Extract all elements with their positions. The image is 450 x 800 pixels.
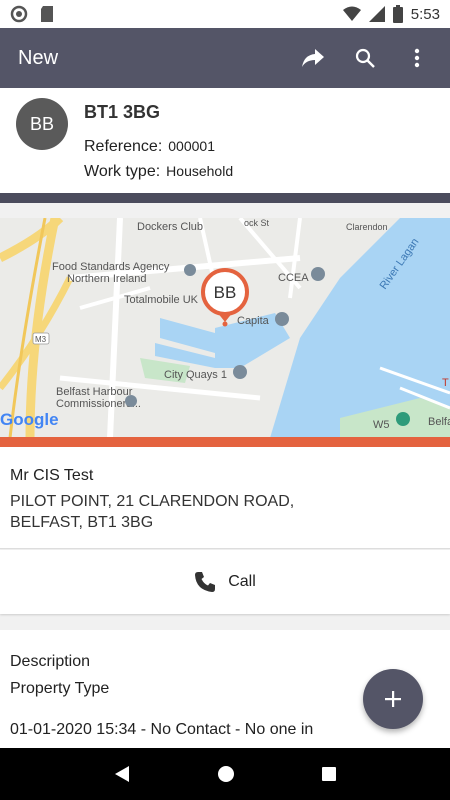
plus-icon [385, 691, 401, 707]
map-canvas: Dockers Club Food Standards Agency North… [0, 218, 450, 438]
page-title: New [18, 46, 59, 69]
description-label: Description [10, 653, 91, 670]
reference-label: Reference: [84, 138, 163, 155]
share-icon [302, 49, 324, 67]
map-label-ccea: CCEA [278, 272, 309, 284]
poi-pin-icon [233, 365, 247, 379]
job-postcode: BT1 3BG [84, 102, 161, 122]
property-type-label: Property Type [10, 680, 110, 697]
work-type-row: Work type: Household [84, 163, 233, 181]
poi-pin-icon [184, 264, 196, 276]
app-bar: New [0, 28, 450, 88]
reference-value: 000001 [168, 138, 215, 154]
map-label-belfa: Belfa [428, 416, 450, 428]
address-line-2: BELFAST, BT1 3BG [10, 514, 154, 531]
share-button[interactable] [298, 43, 328, 73]
poi-pin-icon [311, 267, 325, 281]
map-label-totalmobile: Totalmobile UK [124, 294, 199, 306]
map-label-clarendon: Clarendon [346, 222, 388, 232]
job-marker-label: BB [214, 283, 237, 302]
system-nav-bar [0, 748, 450, 800]
reference-row: Reference: 000001 [84, 138, 215, 156]
contact-name: Mr CIS Test [10, 467, 94, 484]
map-label-food-standards-2: Northern Ireland [67, 273, 147, 285]
recents-icon[interactable] [321, 766, 337, 782]
poi-pin-icon [125, 395, 137, 407]
map-label-belfast-harbour-1: Belfast Harbour [56, 386, 133, 398]
search-button[interactable] [350, 43, 380, 73]
header-divider [0, 193, 450, 203]
work-type-value: Household [166, 163, 234, 179]
map-accent-bar [0, 437, 450, 447]
home-icon[interactable] [217, 765, 235, 783]
poi-pin-icon [275, 312, 289, 326]
call-button[interactable]: Call [0, 550, 450, 614]
job-header-card: BB BT1 3BG Reference: 000001 Work type: Ho… [0, 88, 450, 193]
log-entry: 01-01-2020 15:34 - No Contact - No one i… [10, 721, 314, 738]
status-time: 5:53 [410, 5, 440, 23]
address-card: Mr CIS Test PILOT POINT, 21 CLARENDON RO… [0, 447, 450, 549]
map-label-food-standards-1: Food Standards Agency [52, 261, 170, 273]
sd-card-icon [41, 6, 53, 22]
map-label-w5: W5 [373, 419, 390, 431]
more-vert-icon [414, 48, 420, 68]
wifi-icon [342, 6, 361, 21]
search-icon [355, 48, 375, 68]
phone-icon [195, 572, 216, 592]
map-label-city-quays: City Quays 1 [164, 369, 227, 381]
notification-ring-icon [10, 5, 28, 23]
work-type-label: Work type: [84, 163, 161, 180]
map-label-t-edge: T [442, 377, 449, 389]
job-marker-dot [222, 321, 228, 327]
map-label-m3: M3 [35, 335, 47, 344]
map-label-dockers-club: Dockers Club [137, 221, 203, 233]
add-fab-button[interactable] [363, 669, 423, 729]
address-line-1: PILOT POINT, 21 CLARENDON ROAD, [10, 493, 295, 510]
signal-icon [368, 6, 385, 22]
status-bar: 5:53 [0, 0, 450, 28]
poi-pin-icon [396, 412, 410, 426]
battery-icon [392, 5, 403, 23]
back-icon[interactable] [113, 765, 131, 783]
more-options-button[interactable] [402, 43, 432, 73]
google-logo: Google [0, 410, 59, 429]
map-label-capita: Capita [237, 315, 270, 327]
call-label: Call [228, 573, 256, 590]
location-map[interactable]: Dockers Club Food Standards Agency North… [0, 218, 450, 438]
avatar: BB [16, 98, 68, 150]
map-label-ock-st: ock St [244, 218, 270, 228]
